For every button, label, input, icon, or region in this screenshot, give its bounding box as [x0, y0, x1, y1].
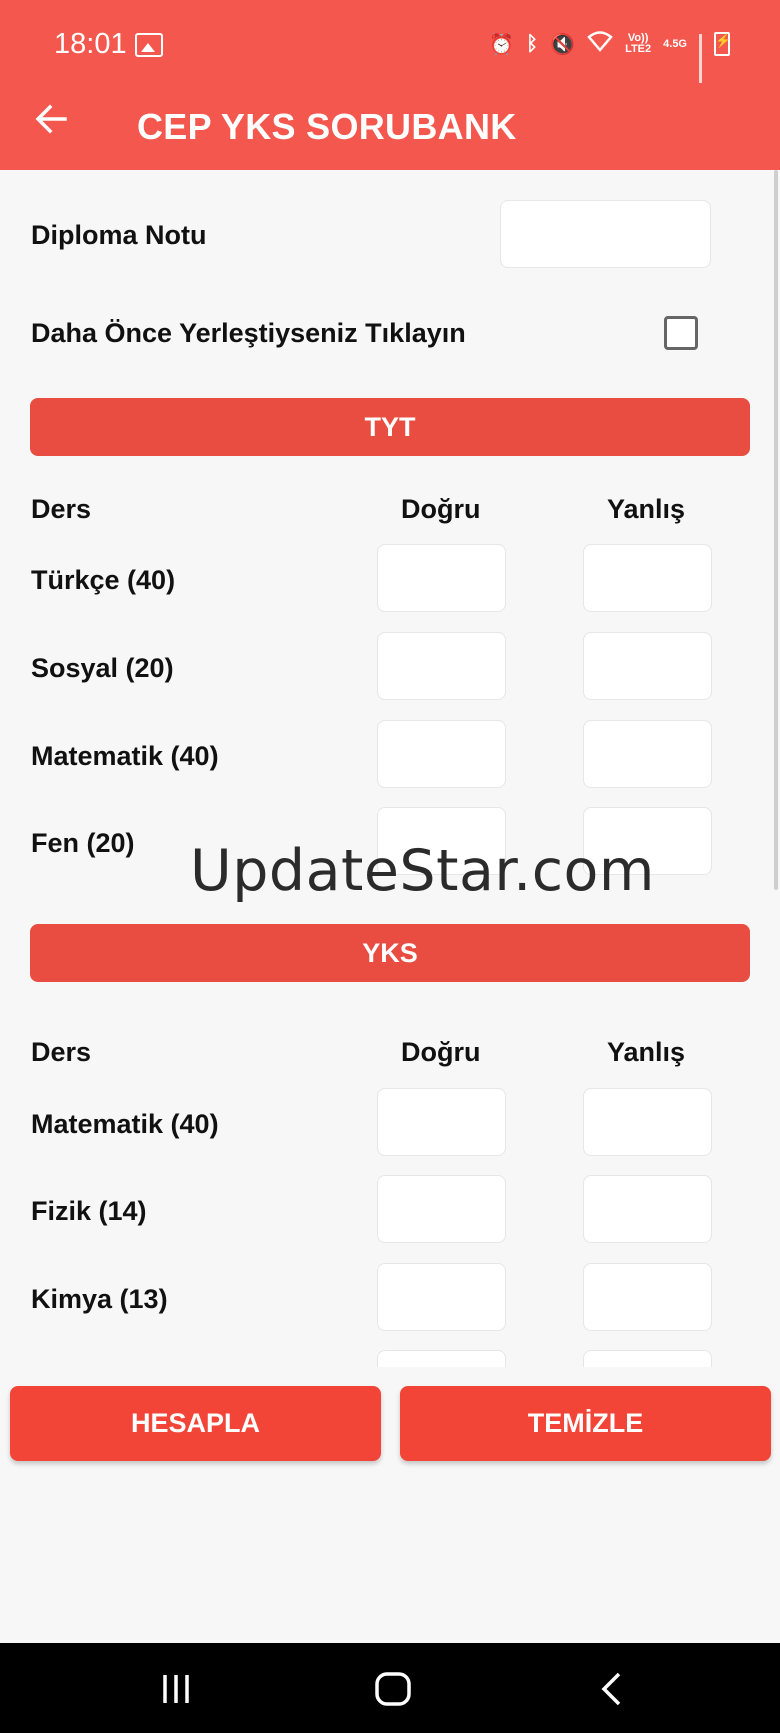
app-header: 18:01 ⏰ ᛒ 🔇 Vo)) LTE2 4.5G CEP YKS SORUB… [0, 0, 780, 170]
yks-yanlis-input[interactable] [583, 1350, 712, 1367]
tyt-col-dogru: Doğru [401, 494, 481, 524]
net-type: 4.5G [663, 37, 687, 50]
yks-dogru-input[interactable] [377, 1088, 506, 1156]
yks-dogru-input[interactable] [377, 1263, 506, 1331]
tyt-row-label: Fen (20) [31, 828, 135, 858]
alarm-icon: ⏰ [489, 33, 515, 56]
diploma-label: Diploma Notu [31, 220, 207, 250]
yks-row-label: Matematik (40) [31, 1109, 219, 1139]
back-arrow-icon[interactable] [34, 102, 68, 143]
battery-charging-icon [714, 32, 731, 56]
clipped-row [0, 1350, 780, 1367]
placed-checkbox[interactable] [664, 316, 698, 350]
yks-col-dogru: Doğru [401, 1037, 481, 1067]
status-icons: ⏰ ᛒ 🔇 Vo)) LTE2 4.5G [489, 30, 731, 83]
yks-section-header: YKS [30, 924, 750, 982]
clear-button[interactable]: TEMİZLE [400, 1386, 771, 1461]
tyt-yanlis-input[interactable] [583, 720, 712, 788]
tyt-dogru-input[interactable] [377, 632, 506, 700]
yks-yanlis-input[interactable] [583, 1088, 712, 1156]
diploma-input[interactable] [500, 200, 711, 268]
recent-apps-icon[interactable] [160, 1673, 192, 1710]
yks-dogru-input[interactable] [377, 1350, 506, 1367]
status-time: 18:01 [54, 28, 127, 60]
back-nav-icon[interactable] [598, 1671, 626, 1712]
bluetooth-icon: ᛒ [526, 32, 539, 55]
tyt-yanlis-input[interactable] [583, 632, 712, 700]
app-bar: CEP YKS SORUBANK [0, 88, 780, 170]
tyt-col-ders: Ders [31, 494, 92, 524]
calculate-button[interactable]: HESAPLA [10, 1386, 381, 1461]
yks-row-label: Fizik (14) [31, 1196, 147, 1226]
image-icon [135, 33, 163, 57]
scrollbar[interactable] [774, 170, 778, 890]
yks-yanlis-input[interactable] [583, 1263, 712, 1331]
system-nav-bar [0, 1643, 780, 1733]
home-icon[interactable] [374, 1671, 412, 1712]
page-title: CEP YKS SORUBANK [137, 106, 517, 147]
tyt-yanlis-input[interactable] [583, 544, 712, 612]
mute-icon: 🔇 [550, 33, 576, 56]
volte-bottom-text: LTE2 [625, 43, 652, 55]
yks-col-ders: Ders [31, 1037, 92, 1067]
placed-label: Daha Önce Yerleştiyseniz Tıklayın [31, 318, 466, 348]
tyt-dogru-input[interactable] [377, 720, 506, 788]
volte-indicator: Vo)) LTE2 [625, 33, 651, 55]
watermark: UpdateStar.com [190, 838, 655, 904]
tyt-col-yanlis: Yanlış [607, 494, 686, 524]
signal-icon [699, 34, 702, 83]
tyt-dogru-input[interactable] [377, 544, 506, 612]
tyt-row-label: Sosyal (20) [31, 653, 174, 683]
yks-yanlis-input[interactable] [583, 1175, 712, 1243]
tyt-row-label: Matematik (40) [31, 741, 219, 771]
yks-dogru-input[interactable] [377, 1175, 506, 1243]
tyt-section-header: TYT [30, 398, 750, 456]
status-bar: 18:01 ⏰ ᛒ 🔇 Vo)) LTE2 4.5G [0, 0, 780, 88]
yks-row-label: Kimya (13) [31, 1284, 168, 1314]
wifi-icon [587, 30, 613, 58]
yks-col-yanlis: Yanlış [607, 1037, 686, 1067]
tyt-row-label: Türkçe (40) [31, 565, 176, 595]
